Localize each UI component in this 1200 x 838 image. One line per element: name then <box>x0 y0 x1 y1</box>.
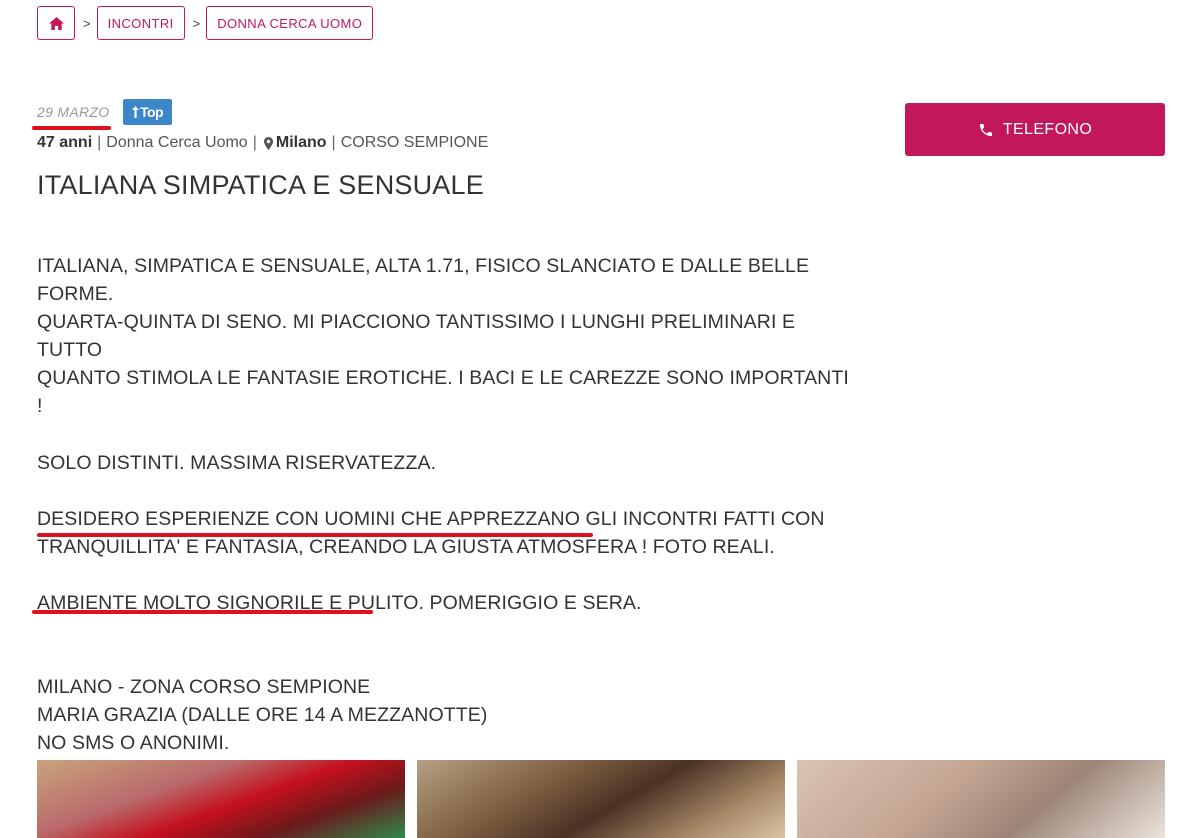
top-badge-label: Top <box>140 104 163 120</box>
map-pin-icon <box>263 136 273 150</box>
listing-meta: 47 anni | Donna Cerca Uomo | Milano | CO… <box>37 134 488 152</box>
gallery-photo[interactable] <box>37 760 405 838</box>
breadcrumb-item-donna-cerca-uomo[interactable]: DONNA CERCA UOMO <box>206 6 374 40</box>
home-icon <box>48 16 64 30</box>
breadcrumb-item-incontri[interactable]: INCONTRI <box>96 6 185 40</box>
top-badge: Top <box>123 99 172 125</box>
breadcrumb: > INCONTRI > DONNA CERCA UOMO <box>37 5 374 41</box>
description-paragraph: MILANO - ZONA CORSO SEMPIONE MARIA GRAZI… <box>37 675 488 755</box>
telefono-button[interactable]: TELEFONO <box>905 103 1165 156</box>
phone-icon <box>979 123 992 136</box>
description-paragraph: SOLO DISTINTI. MASSIMA RISERVATEZZA. <box>37 451 437 474</box>
listing-zone: CORSO SEMPIONE <box>340 134 489 151</box>
annotation-underline-date <box>32 126 111 130</box>
annotation-underline-ambiente <box>37 533 593 537</box>
meta-separator: | <box>97 134 102 151</box>
description-paragraph: ITALIANA, SIMPATICA E SENSUALE, ALTA 1.7… <box>37 255 849 418</box>
listing-age: 47 anni <box>37 134 93 151</box>
telefono-button-label: TELEFONO <box>1002 120 1093 138</box>
breadcrumb-separator: > <box>192 15 201 31</box>
listing-title: ITALIANA SIMPATICA E SENSUALE <box>37 170 484 200</box>
breadcrumb-separator: > <box>83 15 91 31</box>
arrow-up-icon <box>132 106 140 118</box>
meta-separator: | <box>331 134 336 151</box>
gallery-photo[interactable] <box>417 760 785 838</box>
annotation-underline-milano <box>32 610 373 614</box>
gallery-photo[interactable] <box>797 760 1165 838</box>
listing-city: Milano <box>275 134 327 151</box>
breadcrumb-home-link[interactable] <box>37 6 75 40</box>
listing-category: Donna Cerca Uomo <box>106 134 248 151</box>
listing-date: 29 MARZO <box>37 104 110 120</box>
listing-description: ITALIANA, SIMPATICA E SENSUALE, ALTA 1.7… <box>37 252 857 757</box>
meta-separator: | <box>252 134 257 151</box>
